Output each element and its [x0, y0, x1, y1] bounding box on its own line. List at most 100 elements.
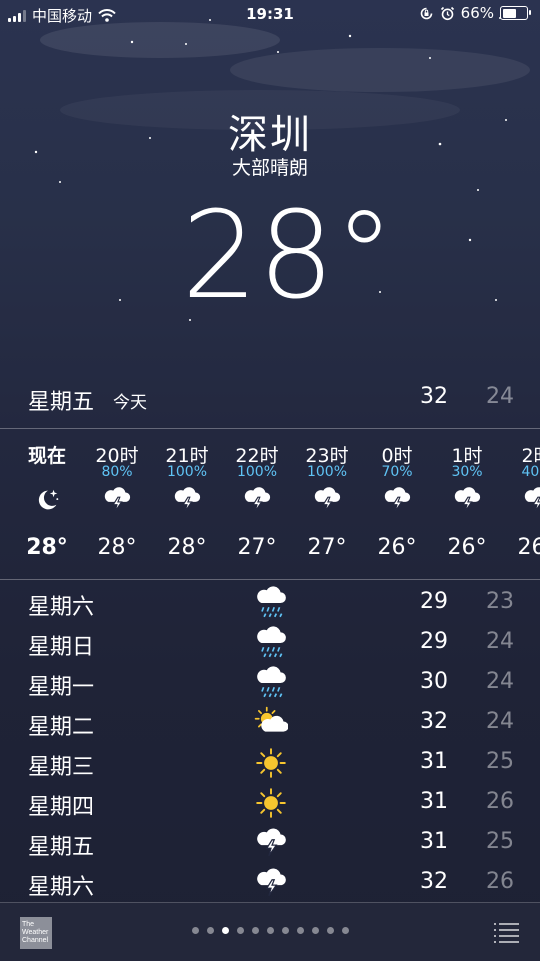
day-name: 星期日: [28, 635, 95, 660]
page-dot[interactable]: [281, 927, 289, 934]
precip-chance: 70%: [381, 464, 413, 480]
hour-temperature: 26°: [377, 535, 417, 560]
city-name: 深圳: [228, 112, 312, 158]
partly-cloudy-icon: [254, 706, 289, 740]
hourly-item: 23时 100% 27°: [292, 429, 362, 577]
hourly-item: 21时 100% 28°: [152, 429, 222, 577]
day-name: 星期四: [28, 795, 95, 820]
page-dot[interactable]: [341, 927, 349, 934]
weather-condition: 大部晴朗: [231, 157, 308, 179]
today-tag: 今天: [113, 393, 147, 413]
current-temperature: 28°: [181, 187, 395, 326]
thunderstorm-icon: [102, 485, 132, 515]
day-low: 26: [486, 869, 514, 894]
day-high: 31: [420, 829, 448, 854]
hour-temperature: 27°: [237, 535, 277, 560]
today-summary: 星期五 今天 32 24: [0, 378, 540, 422]
day-low: 24: [486, 709, 514, 734]
page-dot[interactable]: [326, 927, 334, 934]
day-high: 30: [420, 669, 448, 694]
daily-row: 星期一 30 24: [0, 663, 540, 703]
thunderstorm-icon: [254, 866, 288, 900]
thunderstorm-icon: [254, 826, 288, 860]
hour-temperature: 27°: [307, 535, 347, 560]
day-low: 24: [486, 669, 514, 694]
thunderstorm-icon: [452, 485, 482, 515]
page-indicator[interactable]: [0, 927, 540, 934]
day-high: 29: [420, 589, 448, 614]
hour-temperature: 28°: [167, 535, 207, 560]
day-low: 25: [486, 749, 514, 774]
daily-forecast[interactable]: 星期六 29 23 星期日 29 24 星期一 30 24 星期二 32 24 星期三 31 25 星期四 31…: [0, 583, 540, 903]
status-bar: 中国移动 19:31 66%: [0, 0, 540, 30]
daily-row: 星期六 32 26: [0, 863, 540, 903]
today-low: 24: [486, 384, 514, 409]
rain-icon: [254, 586, 288, 620]
day-low: 23: [486, 589, 514, 614]
precip-chance: 40%: [521, 464, 540, 480]
page-dot[interactable]: [251, 927, 259, 934]
precip-chance: 100%: [236, 464, 278, 480]
day-name: 星期五: [28, 835, 95, 860]
hour-temperature: 28°: [26, 535, 68, 560]
hourly-item: 1时 30% 26°: [432, 429, 502, 577]
thunderstorm-icon: [382, 485, 412, 515]
hourly-item: 2时40%26°: [502, 429, 540, 577]
page-dot[interactable]: [296, 927, 304, 934]
day-name: 星期六: [28, 595, 95, 620]
page-dot[interactable]: [311, 927, 319, 934]
today-high: 32: [420, 384, 448, 409]
status-right: 66%: [419, 4, 531, 22]
day-high: 31: [420, 789, 448, 814]
sun-icon: [254, 786, 288, 820]
battery-fill: [502, 8, 517, 18]
day-high: 32: [420, 709, 448, 734]
list-icon[interactable]: [492, 921, 520, 943]
today-day: 星期五: [28, 390, 95, 415]
precip-chance: 100%: [166, 464, 208, 480]
hourly-item: 22时 100% 27°: [222, 429, 292, 577]
day-low: 26: [486, 789, 514, 814]
precip-chance: 30%: [451, 464, 483, 480]
day-name: 星期六: [28, 875, 95, 900]
daily-row: 星期四 31 26: [0, 783, 540, 823]
day-name: 星期二: [28, 715, 95, 740]
precip-chance: 80%: [101, 464, 133, 480]
hourly-item: 现在 28°: [12, 429, 82, 577]
day-low: 24: [486, 629, 514, 654]
precip-chance: 100%: [306, 464, 348, 480]
battery-icon: [500, 6, 531, 20]
alarm-icon: [440, 6, 454, 20]
daily-row: 星期五 31 25: [0, 823, 540, 863]
day-high: 29: [420, 629, 448, 654]
logo-text-line: Channel: [22, 937, 49, 944]
battery-percent: 66%: [460, 4, 494, 22]
daily-row: 星期三 31 25: [0, 743, 540, 783]
daily-row: 星期日 29 24: [0, 623, 540, 663]
hour-temperature: 28°: [97, 535, 137, 560]
sun-icon: [254, 746, 288, 780]
thunderstorm-icon: [172, 485, 202, 515]
page-dot[interactable]: [266, 927, 274, 934]
day-low: 25: [486, 829, 514, 854]
thunderstorm-icon: [312, 485, 342, 515]
hourly-forecast[interactable]: 现在 28° 20时 80% 28° 21时 100% 28° 22时 100% 27° 23时 100…: [0, 428, 540, 580]
page-dot-active[interactable]: [221, 927, 229, 934]
daily-row: 星期六 29 23: [0, 583, 540, 623]
hourly-item: 20时 80% 28°: [82, 429, 152, 577]
day-high: 32: [420, 869, 448, 894]
hour-temperature: 26°: [447, 535, 487, 560]
hour-temperature: 26°: [517, 535, 540, 560]
day-high: 31: [420, 749, 448, 774]
page-dot[interactable]: [206, 927, 214, 934]
hour-label: 现在: [27, 445, 66, 467]
page-dot[interactable]: [236, 927, 244, 934]
day-name: 星期一: [28, 675, 95, 700]
rain-icon: [254, 626, 288, 660]
daily-row: 星期二 32 24: [0, 703, 540, 743]
page-dot[interactable]: [191, 927, 199, 934]
thunderstorm-icon: [522, 485, 540, 515]
bottom-bar: The Weather Channel: [0, 902, 540, 961]
day-name: 星期三: [28, 755, 95, 780]
rain-icon: [254, 666, 288, 700]
